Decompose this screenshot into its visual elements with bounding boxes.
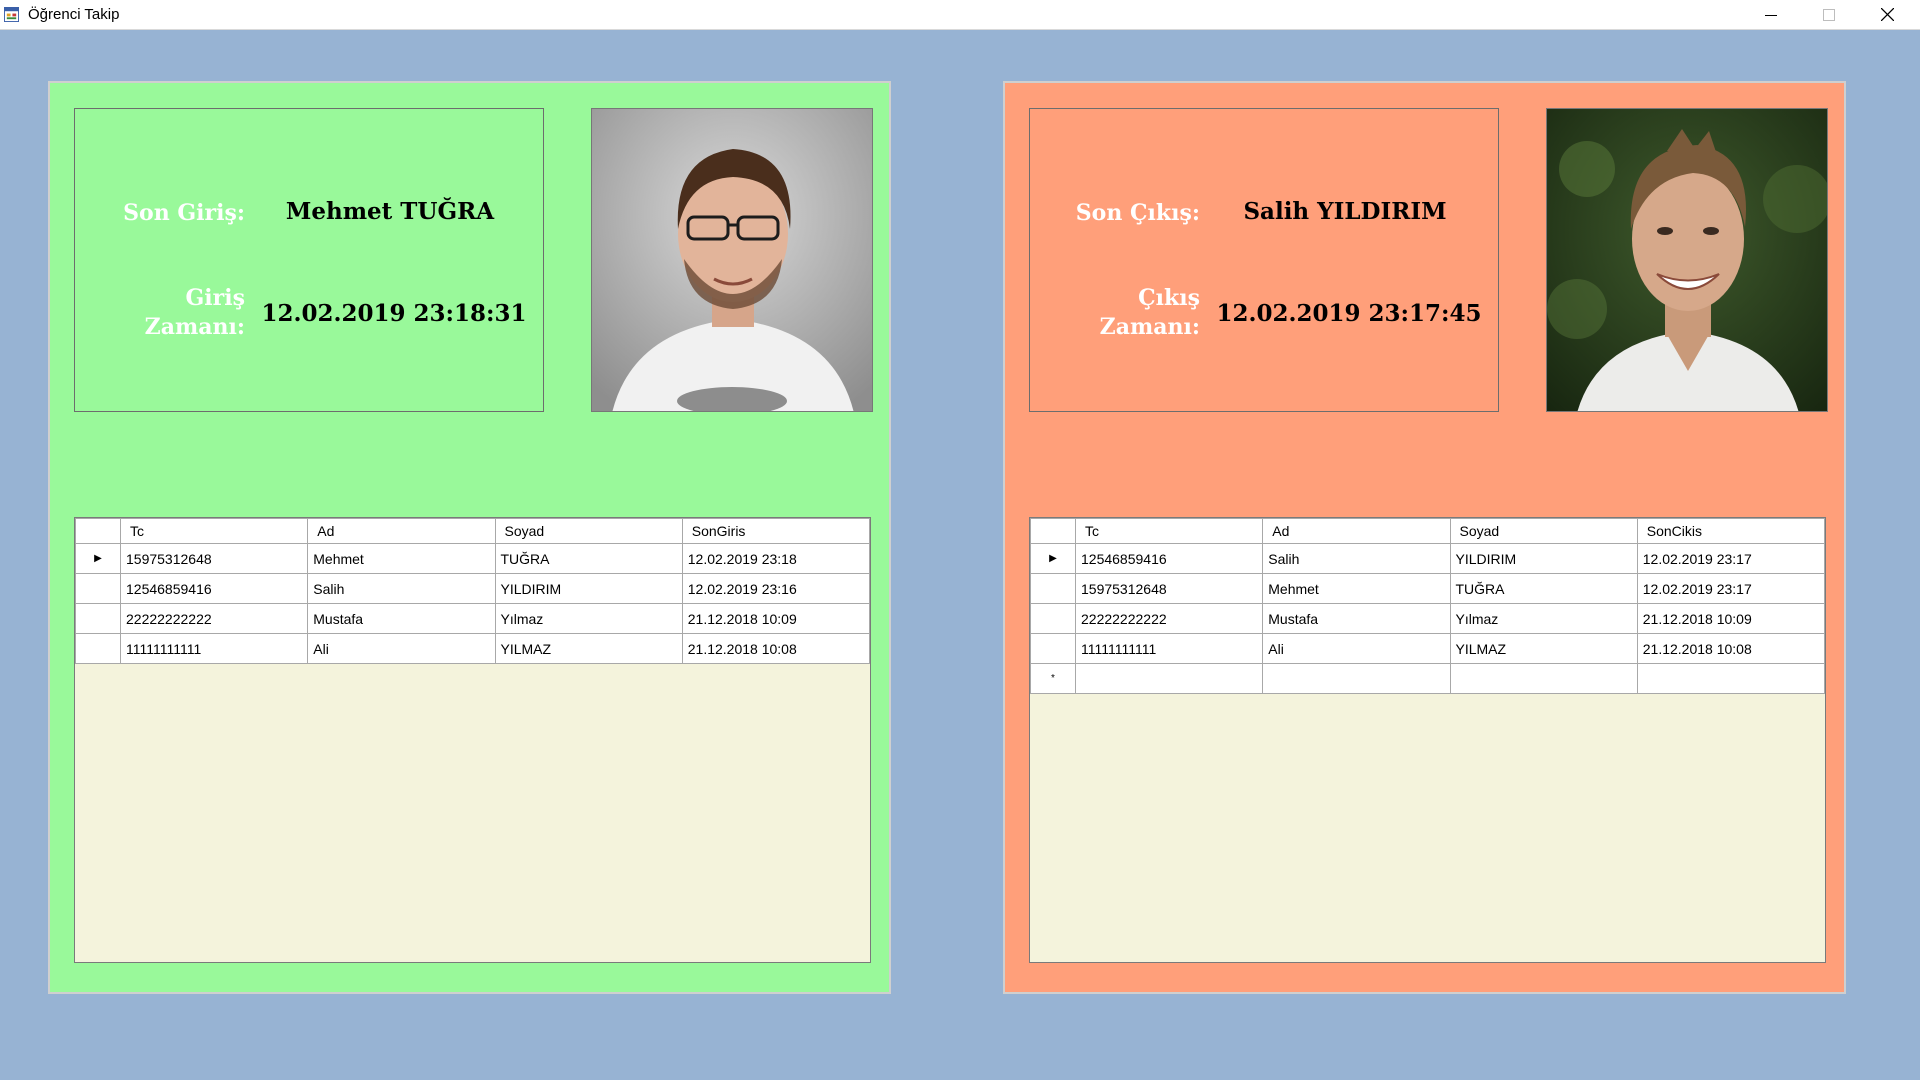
new-row[interactable]: *: [1030, 663, 1826, 694]
maximize-icon: [1823, 8, 1835, 21]
minimize-button[interactable]: [1742, 0, 1800, 29]
cell-soyad[interactable]: YILDIRIM: [494, 573, 683, 604]
window-title: Öğrenci Takip: [28, 6, 120, 23]
title-bar: Öğrenci Takip: [0, 0, 1920, 30]
cell-soncikis[interactable]: 12.02.2019 23:17: [1636, 543, 1826, 574]
cell-soyad[interactable]: TUĞRA: [1449, 573, 1638, 604]
column-header-ad[interactable]: Ad: [1262, 518, 1451, 544]
exit-student-photo: [1546, 108, 1828, 412]
cell-soyad[interactable]: Yılmaz: [1449, 603, 1638, 634]
cell-tc[interactable]: 15975312648: [1074, 573, 1264, 604]
cell-songiris[interactable]: 21.12.2018 10:09: [681, 603, 871, 634]
exit-panel: Son Çıkış: Salih YILDIRIM Çıkış Zamanı: …: [1003, 81, 1846, 994]
grid-header-row: Tc Ad Soyad SonCikis: [1030, 518, 1826, 544]
column-header-soncikis[interactable]: SonCikis: [1636, 518, 1826, 544]
row-selector[interactable]: [75, 603, 121, 634]
cell-soyad[interactable]: YILMAZ: [1449, 633, 1638, 664]
entry-time-label: Giriş Zamanı:: [144, 285, 245, 340]
cell-ad[interactable]: Ali: [1262, 633, 1451, 664]
table-row[interactable]: ▶ 15975312648 Mehmet TUĞRA 12.02.2019 23…: [75, 543, 871, 574]
cell-songiris[interactable]: 12.02.2019 23:16: [681, 573, 871, 604]
close-button[interactable]: [1858, 0, 1916, 29]
cell-soyad[interactable]: TUĞRA: [494, 543, 683, 574]
cell-soncikis[interactable]: 21.12.2018 10:08: [1636, 633, 1826, 664]
cell-soyad[interactable]: Yılmaz: [494, 603, 683, 634]
cell-ad[interactable]: Mehmet: [307, 543, 496, 574]
table-row[interactable]: 11111111111 Ali YILMAZ 21.12.2018 10:08: [75, 633, 871, 664]
last-entry-name: Mehmet TUĞRA: [285, 198, 495, 225]
row-header-corner: [75, 518, 121, 544]
column-header-tc[interactable]: Tc: [119, 518, 309, 544]
row-selector[interactable]: [75, 633, 121, 664]
last-exit-label: Son Çıkış:: [1075, 200, 1200, 226]
table-row[interactable]: 11111111111 Ali YILMAZ 21.12.2018 10:08: [1030, 633, 1826, 664]
column-header-soyad[interactable]: Soyad: [1449, 518, 1638, 544]
exit-data-grid[interactable]: Tc Ad Soyad SonCikis ▶ 12546859416 Salih…: [1029, 517, 1826, 963]
student-photo-image: [1547, 109, 1827, 411]
row-selector[interactable]: [1030, 603, 1076, 634]
cell-songiris[interactable]: 21.12.2018 10:08: [681, 633, 871, 664]
cell-tc[interactable]: 22222222222: [1074, 603, 1264, 634]
table-row[interactable]: 22222222222 Mustafa Yılmaz 21.12.2018 10…: [1030, 603, 1826, 634]
row-header-corner: [1030, 518, 1076, 544]
row-selector[interactable]: [1030, 573, 1076, 604]
cell-songiris[interactable]: 12.02.2019 23:18: [681, 543, 871, 574]
cell-tc[interactable]: 12546859416: [1074, 543, 1264, 574]
column-header-songiris[interactable]: SonGiris: [681, 518, 871, 544]
cell-tc[interactable]: 15975312648: [119, 543, 309, 574]
exit-time-value: 12.02.2019 23:17:45: [1216, 300, 1482, 327]
last-entry-label: Son Giriş:: [123, 200, 245, 226]
cell-ad[interactable]: Mustafa: [1262, 603, 1451, 634]
app-forms-icon: [4, 7, 19, 22]
cell-soyad-new[interactable]: [1449, 663, 1638, 694]
table-row[interactable]: 22222222222 Mustafa Yılmaz 21.12.2018 10…: [75, 603, 871, 634]
student-photo-image: [592, 109, 872, 411]
cell-ad[interactable]: Salih: [307, 573, 496, 604]
row-selector[interactable]: [75, 573, 121, 604]
cell-soyad[interactable]: YILMAZ: [494, 633, 683, 664]
row-selector[interactable]: [1030, 633, 1076, 664]
table-row[interactable]: 12546859416 Salih YILDIRIM 12.02.2019 23…: [75, 573, 871, 604]
row-selector-arrow-icon[interactable]: ▶: [1030, 543, 1076, 574]
new-row-marker-icon[interactable]: *: [1030, 663, 1076, 694]
row-selector-arrow-icon[interactable]: ▶: [75, 543, 121, 574]
cell-tc[interactable]: 11111111111: [1074, 633, 1264, 664]
grid-header-row: Tc Ad Soyad SonGiris: [75, 518, 871, 544]
cell-soncikis[interactable]: 12.02.2019 23:17: [1636, 573, 1826, 604]
column-header-ad[interactable]: Ad: [307, 518, 496, 544]
last-exit-name: Salih YILDIRIM: [1243, 198, 1447, 225]
entry-panel: Son Giriş: Mehmet TUĞRA Giriş Zamanı: 12…: [48, 81, 891, 994]
cell-tc[interactable]: 22222222222: [119, 603, 309, 634]
table-row[interactable]: 15975312648 Mehmet TUĞRA 12.02.2019 23:1…: [1030, 573, 1826, 604]
cell-ad[interactable]: Mustafa: [307, 603, 496, 634]
exit-time-label: Çıkış Zamanı:: [1099, 285, 1200, 340]
entry-time-value: 12.02.2019 23:18:31: [261, 300, 527, 327]
cell-ad[interactable]: Salih: [1262, 543, 1451, 574]
cell-tc[interactable]: 11111111111: [119, 633, 309, 664]
minimize-icon: [1765, 14, 1777, 16]
cell-ad[interactable]: Ali: [307, 633, 496, 664]
cell-soyad[interactable]: YILDIRIM: [1449, 543, 1638, 574]
cell-ad[interactable]: Mehmet: [1262, 573, 1451, 604]
cell-soncikis-new[interactable]: [1636, 663, 1826, 694]
column-header-soyad[interactable]: Soyad: [494, 518, 683, 544]
cell-tc[interactable]: 12546859416: [119, 573, 309, 604]
entry-data-grid[interactable]: Tc Ad Soyad SonGiris ▶ 15975312648 Mehme…: [74, 517, 871, 963]
close-icon: [1880, 8, 1894, 21]
table-row[interactable]: ▶ 12546859416 Salih YILDIRIM 12.02.2019 …: [1030, 543, 1826, 574]
cell-soncikis[interactable]: 21.12.2018 10:09: [1636, 603, 1826, 634]
column-header-tc[interactable]: Tc: [1074, 518, 1264, 544]
cell-ad-new[interactable]: [1262, 663, 1451, 694]
entry-student-photo: [591, 108, 873, 412]
maximize-button[interactable]: [1800, 0, 1858, 29]
cell-tc-new[interactable]: [1074, 663, 1264, 694]
last-exit-info-box: Son Çıkış: Salih YILDIRIM Çıkış Zamanı: …: [1029, 108, 1499, 412]
last-entry-info-box: Son Giriş: Mehmet TUĞRA Giriş Zamanı: 12…: [74, 108, 544, 412]
